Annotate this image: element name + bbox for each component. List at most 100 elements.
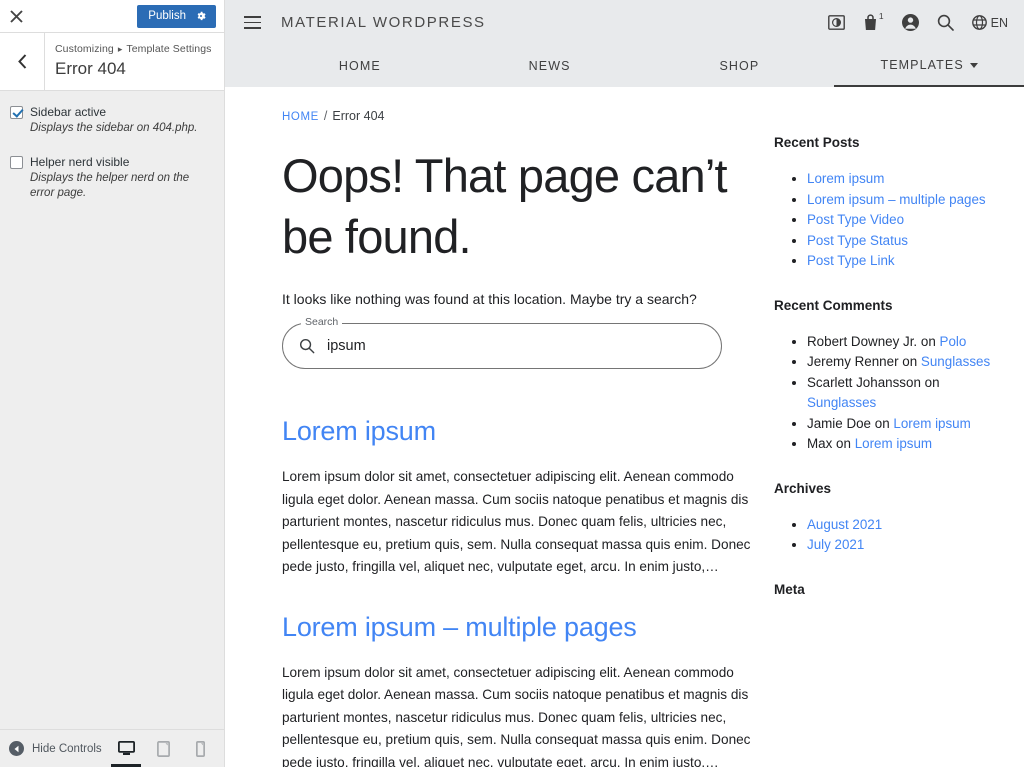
site-body: HOME / Error 404 Oops! That page can’t b… <box>225 87 1024 767</box>
hamburger-menu-icon[interactable] <box>237 8 267 38</box>
widget-title: Recent Posts <box>774 135 860 150</box>
recent-post-link[interactable]: Lorem ipsum <box>807 171 884 186</box>
comment-post-link[interactable]: Sunglasses <box>921 354 990 369</box>
hide-controls-button[interactable]: Hide Controls <box>9 741 102 756</box>
comment-author: Jeremy Renner <box>807 354 899 369</box>
comment-on: on <box>836 436 851 451</box>
comment-on: on <box>874 415 890 431</box>
search-input[interactable]: ipsum <box>327 338 366 354</box>
comment-post-link[interactable]: Sunglasses <box>807 395 876 410</box>
desktop-icon[interactable] <box>111 731 141 767</box>
list-item: Post Type Video <box>807 210 1004 231</box>
language-selector[interactable]: EN <box>971 15 1008 30</box>
account-icon[interactable] <box>901 14 919 31</box>
widget-archives: Archives August 2021 July 2021 <box>774 481 1004 556</box>
list-item: Post Type Status <box>807 231 1004 252</box>
recent-post-link[interactable]: Post Type Video <box>807 212 904 227</box>
list-item: Scarlett Johansson on Sunglasses <box>807 373 1004 414</box>
site-header: MATERIAL WORDPRESS 1 EN HOME NEWS SHOP T… <box>225 0 1024 87</box>
post-excerpt: Lorem ipsum dolor sit amet, consectetuer… <box>282 664 751 767</box>
publish-button[interactable]: Publish <box>137 4 216 28</box>
list-item: Max on Lorem ipsum <box>807 434 1004 455</box>
comment-post-link[interactable]: Polo <box>940 334 967 349</box>
checkbox-row[interactable]: Sidebar active <box>10 104 212 120</box>
breadcrumb-separator-icon: ▸ <box>117 44 123 54</box>
archive-link[interactable]: July 2021 <box>807 537 864 552</box>
search-icon[interactable] <box>937 14 954 31</box>
widget-recent-posts: Recent Posts Lorem ipsum Lorem ipsum – m… <box>774 135 1004 272</box>
list-item: Lorem ipsum – multiple pages <box>807 190 1004 211</box>
mobile-icon[interactable] <box>188 731 212 767</box>
breadcrumb-prefix: Customizing <box>55 43 114 55</box>
checkbox-row[interactable]: Helper nerd visible <box>10 154 212 170</box>
hide-controls-label: Hide Controls <box>32 742 102 755</box>
customizer-controls: Sidebar active Displays the sidebar on 4… <box>0 91 224 729</box>
widget-meta: Meta <box>774 582 1004 597</box>
nav-item-news[interactable]: NEWS <box>455 45 645 87</box>
sidebar-active-label[interactable]: Sidebar active <box>30 104 106 120</box>
recent-post-link[interactable]: Post Type Status <box>807 233 908 248</box>
nav-item-shop[interactable]: SHOP <box>645 45 835 87</box>
comment-post-link[interactable]: Lorem ipsum <box>893 416 970 431</box>
post-excerpt: Lorem ipsum dolor sit amet, consectetuer… <box>282 469 751 574</box>
nav-item-label: NEWS <box>528 59 571 73</box>
arrow-left-circle-icon <box>9 741 24 756</box>
chevron-left-icon[interactable] <box>0 33 45 90</box>
site-preview: MATERIAL WORDPRESS 1 EN HOME NEWS SHOP T… <box>225 0 1024 767</box>
control-sidebar-active: Sidebar active Displays the sidebar on 4… <box>10 104 212 136</box>
list-item: Lorem ipsum <box>807 169 1004 190</box>
control-helper-nerd-visible: Helper nerd visible Displays the helper … <box>10 154 212 201</box>
customizer-footer: Hide Controls <box>0 729 224 767</box>
tablet-icon[interactable] <box>151 731 175 767</box>
breadcrumb: Customizing ▸ Template Settings <box>55 42 224 57</box>
nav-item-label: SHOP <box>719 59 760 73</box>
comment-author: Scarlett Johansson <box>807 374 921 390</box>
comment-on: on <box>924 374 940 390</box>
comment-author: Robert Downey Jr. <box>807 333 918 349</box>
list-item: Post Type Link <box>807 251 1004 272</box>
close-icon[interactable] <box>0 0 32 32</box>
shopping-bag-icon[interactable]: 1 <box>863 12 884 31</box>
widget-title: Archives <box>774 480 832 496</box>
post-title-link[interactable]: Lorem ipsum – multiple pages <box>282 609 752 645</box>
list-item: August 2021 <box>807 515 1004 536</box>
search-field[interactable]: Search ipsum <box>282 316 722 369</box>
publish-button-label: Publish <box>148 10 186 22</box>
site-navigation: HOME NEWS SHOP TEMPLATES <box>225 45 1024 87</box>
language-label: EN <box>990 15 1008 30</box>
page-title: Error 404 <box>55 59 126 78</box>
nav-item-templates[interactable]: TEMPLATES <box>834 45 1024 87</box>
list-item: Robert Downey Jr. on Polo <box>807 332 1004 353</box>
sidebar-active-checkbox[interactable] <box>10 106 23 119</box>
customizer-app: Publish Customizing ▸ Template Settings … <box>0 0 1024 767</box>
globe-icon <box>971 15 987 30</box>
nav-item-label: HOME <box>338 59 381 73</box>
main-content: HOME / Error 404 Oops! That page can’t b… <box>225 87 752 767</box>
contrast-toggle-icon[interactable] <box>827 15 845 30</box>
list-item: July 2021 <box>807 535 1004 556</box>
site-sidebar: Recent Posts Lorem ipsum Lorem ipsum – m… <box>752 87 1024 767</box>
search-icon <box>299 338 315 354</box>
widget-title: Recent Comments <box>774 297 893 313</box>
nav-item-home[interactable]: HOME <box>265 45 455 87</box>
recent-post-link[interactable]: Post Type Link <box>807 253 895 268</box>
post-entry: Lorem ipsum – multiple pages Lorem ipsum… <box>282 609 752 767</box>
post-title-link[interactable]: Lorem ipsum <box>282 413 752 449</box>
recent-post-link[interactable]: Lorem ipsum – multiple pages <box>807 192 986 207</box>
archive-link[interactable]: August 2021 <box>807 517 882 532</box>
post-entry: Lorem ipsum Lorem ipsum dolor sit amet, … <box>282 413 752 579</box>
site-header-top: MATERIAL WORDPRESS 1 EN <box>225 0 1024 45</box>
recent-posts-list: Lorem ipsum Lorem ipsum – multiple pages… <box>774 169 1004 272</box>
helper-nerd-label[interactable]: Helper nerd visible <box>30 154 129 170</box>
helper-nerd-checkbox[interactable] <box>10 156 23 169</box>
site-header-actions: 1 EN <box>827 12 1008 31</box>
breadcrumb-section: Template Settings <box>126 43 212 55</box>
breadcrumb-home-link[interactable]: HOME <box>282 111 319 123</box>
breadcrumb: HOME / Error 404 <box>282 109 752 123</box>
comment-post-link[interactable]: Lorem ipsum <box>855 436 932 451</box>
gear-icon[interactable] <box>195 10 207 22</box>
comment-on: on <box>902 354 918 369</box>
customizer-panel: Publish Customizing ▸ Template Settings … <box>0 0 225 767</box>
error-subtitle: It looks like nothing was found at this … <box>282 291 697 307</box>
comment-author: Max <box>807 436 833 451</box>
